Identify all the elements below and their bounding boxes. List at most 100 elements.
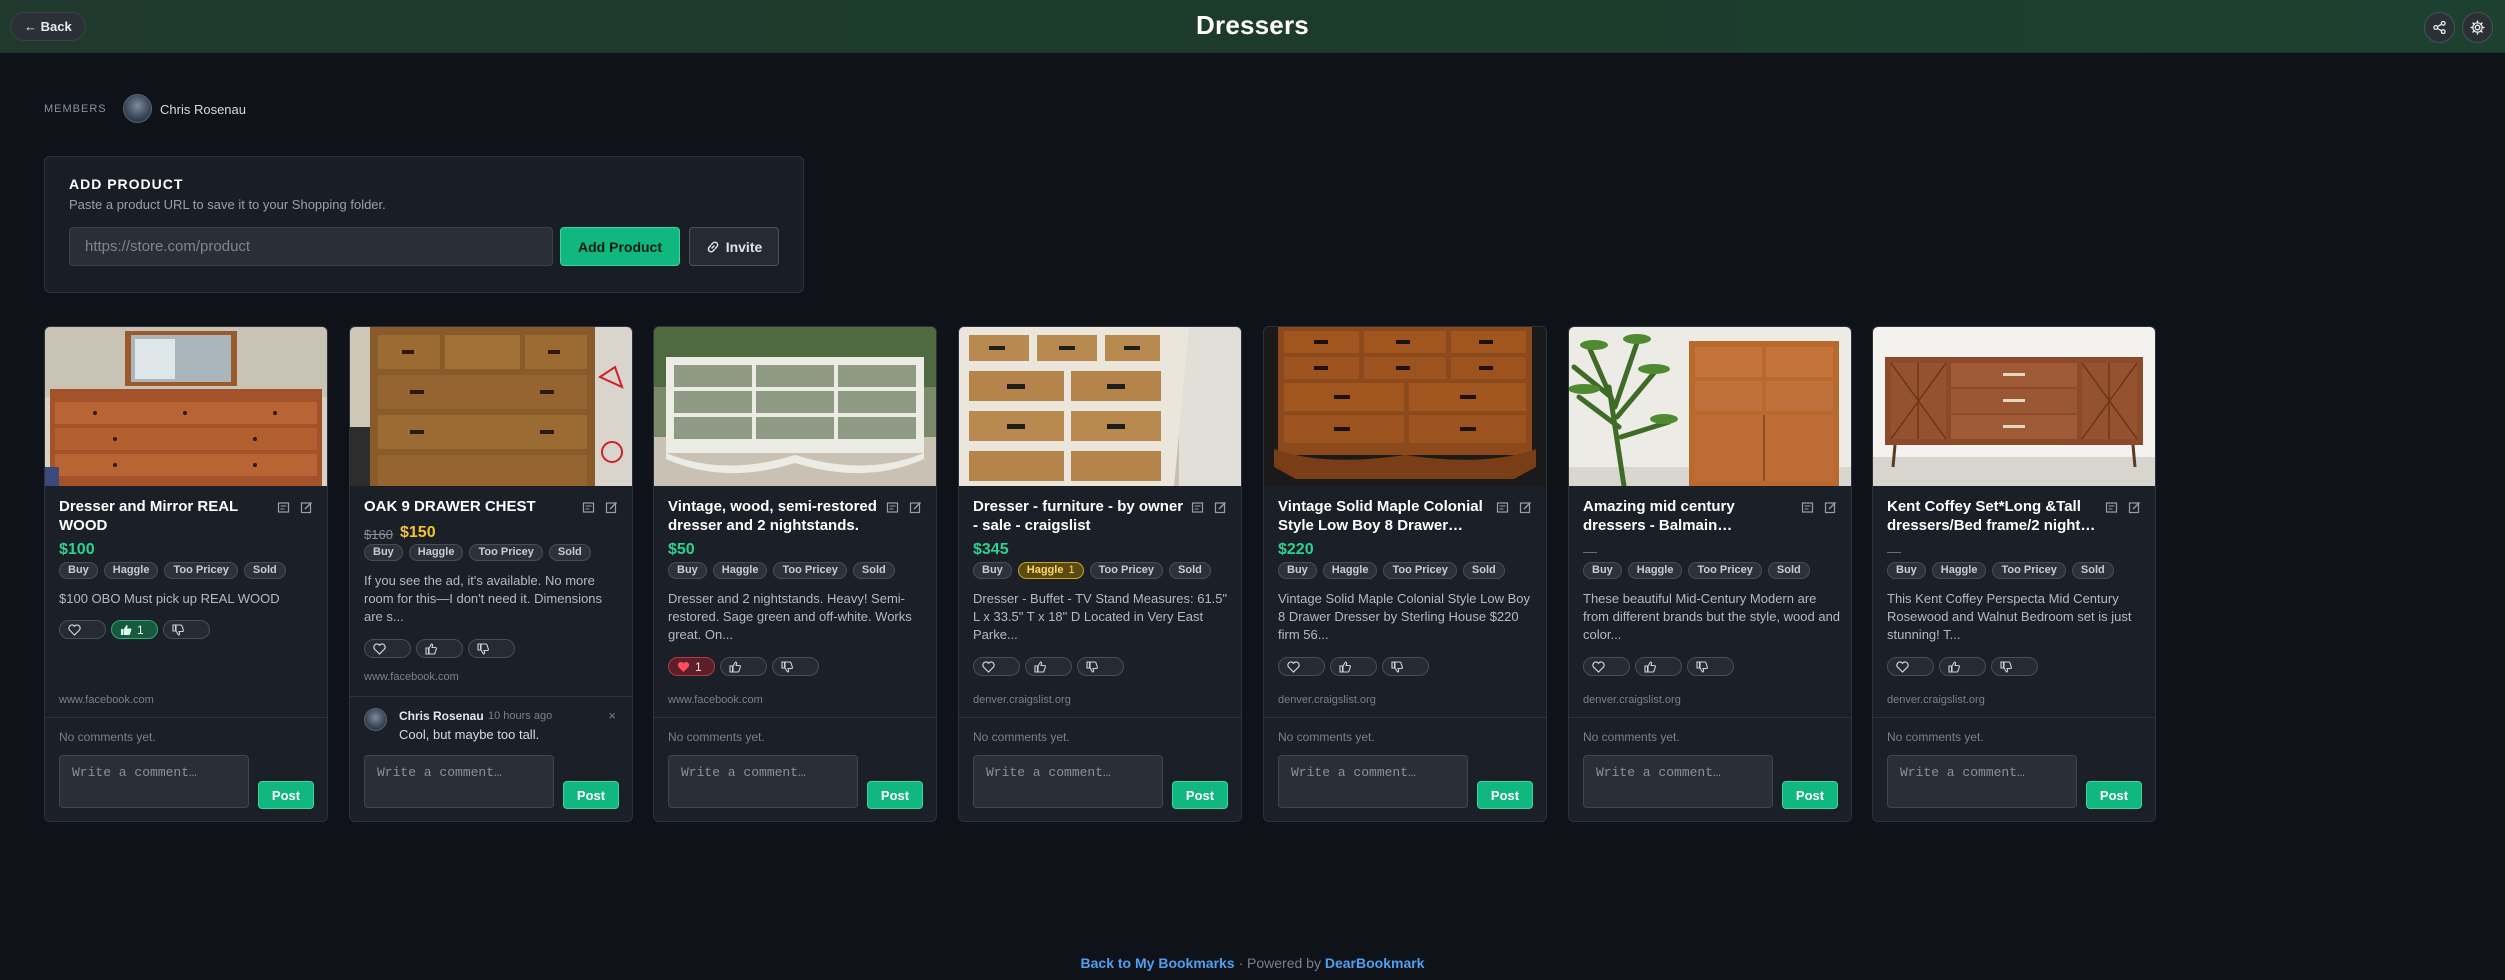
post-comment-button[interactable]: Post	[2086, 781, 2142, 809]
post-comment-button[interactable]: Post	[563, 781, 619, 809]
tag-sold[interactable]: Sold	[1169, 562, 1211, 579]
tag-buy[interactable]: Buy	[668, 562, 707, 579]
post-comment-button[interactable]: Post	[867, 781, 923, 809]
notes-icon[interactable]	[1191, 501, 1204, 514]
product-title[interactable]: OAK 9 DRAWER CHEST	[364, 497, 579, 516]
edit-icon[interactable]	[1824, 501, 1837, 514]
product-image[interactable]	[654, 327, 936, 486]
notes-icon[interactable]	[2105, 501, 2118, 514]
thumbs-down-reaction[interactable]	[1382, 657, 1429, 676]
thumbs-down-reaction[interactable]	[468, 639, 515, 658]
comment-input[interactable]	[1583, 755, 1773, 808]
tag-buy[interactable]: Buy	[59, 562, 98, 579]
edit-icon[interactable]	[605, 501, 618, 514]
tag-buy[interactable]: Buy	[973, 562, 1012, 579]
thumbs-down-reaction[interactable]	[1077, 657, 1124, 676]
comment-input[interactable]	[59, 755, 249, 808]
notes-icon[interactable]	[1801, 501, 1814, 514]
edit-icon[interactable]	[1214, 501, 1227, 514]
tag-haggle[interactable]: Haggle	[1931, 562, 1987, 579]
tag-sold[interactable]: Sold	[243, 562, 286, 579]
share-button[interactable]	[2424, 12, 2455, 43]
tag-sold[interactable]: Sold	[1462, 562, 1505, 579]
back-to-bookmarks-link[interactable]: Back to My Bookmarks	[1081, 955, 1235, 971]
product-title[interactable]: Dresser - furniture - by owner - sale - …	[973, 497, 1188, 535]
comment-input[interactable]	[973, 755, 1163, 808]
tag-too-pricey[interactable]: Too Pricey	[164, 562, 238, 579]
heart-reaction[interactable]	[1278, 657, 1325, 676]
tag-buy[interactable]: Buy	[364, 544, 403, 561]
heart-reaction[interactable]: 1	[668, 657, 715, 676]
thumbs-up-reaction[interactable]	[1635, 657, 1682, 676]
thumbs-up-reaction[interactable]	[416, 639, 463, 658]
heart-reaction[interactable]	[1887, 657, 1934, 676]
heart-reaction[interactable]	[1583, 657, 1630, 676]
tag-too-pricey[interactable]: Too Pricey	[1992, 562, 2066, 579]
thumbs-up-reaction[interactable]	[1330, 657, 1377, 676]
tag-sold[interactable]: Sold	[852, 562, 895, 579]
add-product-button[interactable]: Add Product	[560, 227, 680, 266]
source-domain[interactable]: www.facebook.com	[59, 694, 154, 706]
product-image[interactable]	[45, 327, 327, 486]
notes-icon[interactable]	[886, 501, 899, 514]
post-comment-button[interactable]: Post	[1477, 781, 1533, 809]
thumbs-up-reaction[interactable]	[1939, 657, 1986, 676]
thumbs-down-reaction[interactable]	[1991, 657, 2038, 676]
tag-too-pricey[interactable]: Too Pricey	[1688, 562, 1762, 579]
product-url-input[interactable]	[69, 227, 553, 266]
tag-sold[interactable]: Sold	[548, 544, 591, 561]
thumbs-up-reaction[interactable]: 1	[111, 620, 158, 639]
tag-haggle[interactable]: Haggle	[1627, 562, 1683, 579]
thumbs-down-reaction[interactable]	[772, 657, 819, 676]
thumbs-up-reaction[interactable]	[1025, 657, 1072, 676]
comment-input[interactable]	[668, 755, 858, 808]
invite-button[interactable]: Invite	[689, 227, 779, 266]
product-title[interactable]: Dresser and Mirror REAL WOOD	[59, 497, 274, 535]
comment-input[interactable]	[1278, 755, 1468, 808]
edit-icon[interactable]	[2128, 501, 2141, 514]
notes-icon[interactable]	[277, 501, 290, 514]
tag-haggle[interactable]: Haggle	[712, 562, 768, 579]
tag-sold[interactable]: Sold	[1767, 562, 1810, 579]
edit-icon[interactable]	[300, 501, 313, 514]
delete-comment-button[interactable]: ×	[608, 708, 616, 723]
tag-buy[interactable]: Buy	[1278, 562, 1317, 579]
product-title[interactable]: Vintage, wood, semi-restored dresser and…	[668, 497, 883, 535]
product-image[interactable]	[959, 327, 1241, 486]
tag-buy[interactable]: Buy	[1583, 562, 1622, 579]
thumbs-down-reaction[interactable]	[1687, 657, 1734, 676]
tag-sold[interactable]: Sold	[2071, 562, 2114, 579]
notes-icon[interactable]	[582, 501, 595, 514]
product-title[interactable]: Amazing mid century dressers - Balmain…	[1583, 497, 1798, 535]
heart-reaction[interactable]	[364, 639, 411, 658]
source-domain[interactable]: denver.craigslist.org	[1583, 694, 1681, 706]
post-comment-button[interactable]: Post	[1782, 781, 1838, 809]
brand-link[interactable]: DearBookmark	[1325, 955, 1425, 971]
thumbs-up-reaction[interactable]	[720, 657, 767, 676]
tag-too-pricey[interactable]: Too Pricey	[469, 544, 543, 561]
post-comment-button[interactable]: Post	[258, 781, 314, 809]
product-image[interactable]	[350, 327, 632, 486]
notes-icon[interactable]	[1496, 501, 1509, 514]
tag-too-pricey[interactable]: Too Pricey	[1089, 562, 1164, 579]
settings-button[interactable]	[2462, 12, 2493, 43]
edit-icon[interactable]	[909, 501, 922, 514]
tag-haggle[interactable]: Haggle	[103, 562, 159, 579]
comment-input[interactable]	[364, 755, 554, 808]
product-image[interactable]	[1873, 327, 2155, 486]
thumbs-down-reaction[interactable]	[163, 620, 210, 639]
product-image[interactable]	[1569, 327, 1851, 486]
tag-buy[interactable]: Buy	[1887, 562, 1926, 579]
comment-input[interactable]	[1887, 755, 2077, 808]
post-comment-button[interactable]: Post	[1172, 781, 1228, 809]
tag-haggle[interactable]: Haggle 1	[1017, 562, 1084, 579]
heart-reaction[interactable]	[59, 620, 106, 639]
product-title[interactable]: Vintage Solid Maple Colonial Style Low B…	[1278, 497, 1493, 535]
source-domain[interactable]: www.facebook.com	[668, 694, 763, 706]
source-domain[interactable]: denver.craigslist.org	[973, 694, 1071, 706]
product-image[interactable]	[1264, 327, 1546, 486]
source-domain[interactable]: www.facebook.com	[364, 671, 459, 683]
tag-haggle[interactable]: Haggle	[408, 544, 464, 561]
source-domain[interactable]: denver.craigslist.org	[1278, 694, 1376, 706]
product-title[interactable]: Kent Coffey Set*Long &Tall dressers/Bed …	[1887, 497, 2102, 535]
